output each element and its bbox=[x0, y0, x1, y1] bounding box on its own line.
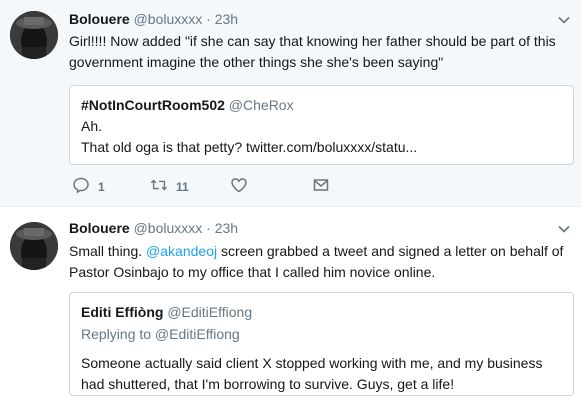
user-name[interactable]: Bolouere bbox=[69, 220, 130, 236]
tweet-text-segment: Small thing. bbox=[69, 243, 147, 259]
tweet-header: Bolouere @boluxxxx · 23h bbox=[69, 220, 238, 236]
separator-dot: · bbox=[206, 220, 211, 236]
retweet-count: 11 bbox=[176, 179, 189, 194]
like-icon bbox=[230, 176, 248, 197]
reply-count: 1 bbox=[98, 179, 105, 194]
retweet-button[interactable]: 11 bbox=[150, 176, 189, 197]
chevron-down-icon[interactable] bbox=[557, 222, 571, 236]
reply-button[interactable]: 1 bbox=[72, 176, 105, 197]
user-name[interactable]: Bolouere bbox=[69, 11, 130, 27]
timestamp[interactable]: 23h bbox=[215, 220, 238, 236]
user-handle[interactable]: @boluxxxx bbox=[134, 220, 203, 236]
tweet-text: Small thing. @akandeoj screen grabbed a … bbox=[69, 241, 569, 283]
chevron-down-icon[interactable] bbox=[557, 13, 571, 27]
quoted-user-handle: @CheRox bbox=[228, 97, 294, 113]
message-button[interactable] bbox=[312, 176, 330, 197]
like-button[interactable] bbox=[230, 176, 248, 197]
retweet-icon bbox=[150, 176, 168, 197]
quoted-user-name: #NotInCourtRoom502 bbox=[81, 97, 225, 113]
quoted-user-handle: @EditiEffiong bbox=[167, 304, 253, 320]
separator-dot: · bbox=[206, 11, 211, 27]
timestamp[interactable]: 23h bbox=[215, 11, 238, 27]
message-icon bbox=[312, 176, 330, 197]
avatar[interactable] bbox=[10, 222, 58, 270]
replying-to-label: Replying to @EditiEffiong bbox=[81, 326, 240, 342]
tweet[interactable]: Bolouere @boluxxxx · 23h Small thing. @a… bbox=[0, 207, 581, 405]
mention-link[interactable]: @akandeoj bbox=[146, 243, 217, 259]
quoted-user-name: Editi Effiòng bbox=[81, 304, 164, 320]
tweet-header: Bolouere @boluxxxx · 23h bbox=[69, 11, 238, 27]
quoted-text-line: Ah. bbox=[81, 118, 103, 134]
reply-icon bbox=[72, 176, 90, 197]
user-handle[interactable]: @boluxxxx bbox=[134, 11, 203, 27]
quoted-tweet[interactable]: Editi Effiòng @EditiEffiong Replying to … bbox=[69, 292, 574, 396]
quoted-text-line: That old oga is that petty? twitter.com/… bbox=[81, 139, 418, 155]
tweet-actions: 1 11 bbox=[72, 176, 572, 196]
quoted-tweet[interactable]: #NotInCourtRoom502 @CheRox Ah. That old … bbox=[69, 85, 574, 165]
avatar[interactable] bbox=[10, 11, 58, 59]
tweet-text: Girl!!!! Now added "if she can say that … bbox=[69, 33, 556, 70]
quoted-text: Someone actually said client X stopped w… bbox=[81, 355, 543, 392]
tweet[interactable]: Bolouere @boluxxxx · 23h Girl!!!! Now ad… bbox=[0, 0, 581, 207]
